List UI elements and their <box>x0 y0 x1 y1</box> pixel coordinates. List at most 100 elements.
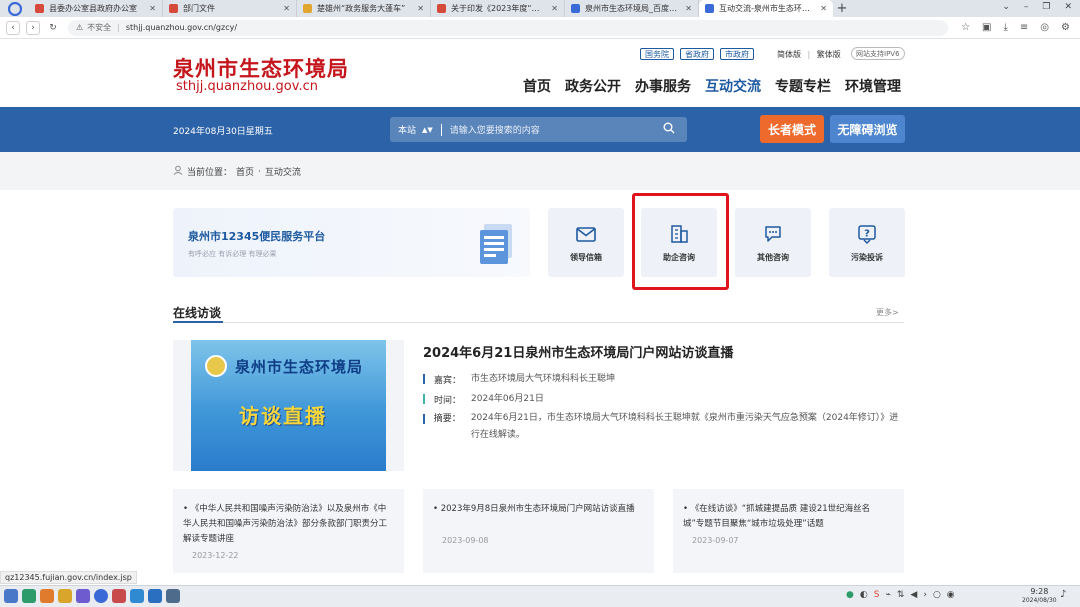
extensions-icon[interactable]: ⚙ <box>1061 22 1070 33</box>
close-window-icon[interactable]: ✕ <box>1064 2 1072 12</box>
interview-poster[interactable]: 泉州市生态环境局 访谈直播 <box>173 340 404 471</box>
browser-tab[interactable]: 关于印发《2023年度“文化 ✕ <box>431 0 565 17</box>
search-box: 本站 ▲▼ 请输入您要搜索的内容 <box>390 117 687 142</box>
chat-icon <box>762 223 784 245</box>
location-icon <box>173 165 183 178</box>
card-title-text: 2023年9月8日泉州市生态环境局门户网站访谈直播 <box>440 504 635 514</box>
usb-icon[interactable]: ⌁ <box>885 590 890 600</box>
start-menu-icon[interactable] <box>4 589 18 603</box>
search-icon[interactable] <box>663 122 675 137</box>
search-tray-icon[interactable]: ○ <box>933 590 941 600</box>
browser-app-icon[interactable] <box>94 589 108 603</box>
browser-tab-bar: 县委办公室县政府办公室 ✕ 部门文件 ✕ 楚雄州“政务服务大蓬车” ✕ 关于印发《20… <box>0 0 1080 17</box>
nav-env-management[interactable]: 环境管理 <box>845 76 901 96</box>
site-header: 泉州市生态环境局 sthjj.quanzhou.gov.cn 国务院 省政府 市… <box>0 40 1080 107</box>
interview-card[interactable]: • 《在线访谈》“抓城建提品质 建设21世纪海丝名城”专题节目聚焦“城市垃圾处理… <box>673 489 904 573</box>
minimize-icon[interactable]: – <box>1024 2 1029 12</box>
nav-services[interactable]: 办事服务 <box>635 76 691 96</box>
tab-close-icon[interactable]: ✕ <box>417 4 424 13</box>
tab-close-icon[interactable]: ✕ <box>820 4 827 13</box>
service-pollution-complaint[interactable]: ? 污染投诉 <box>829 208 905 277</box>
traditional-link[interactable]: 繁体版 <box>817 50 841 59</box>
download-icon[interactable]: ⤓ <box>1003 22 1007 33</box>
store-icon[interactable] <box>40 589 54 603</box>
restore-icon[interactable]: ❐ <box>1042 2 1050 12</box>
menu-icon[interactable]: ≡ <box>1020 22 1028 33</box>
nav-interaction[interactable]: 互动交流 <box>705 76 761 96</box>
service-leader-mailbox[interactable]: 领导信箱 <box>548 208 624 277</box>
featured-title[interactable]: 2024年6月21日泉州市生态环境局门户网站访谈直播 <box>423 342 733 361</box>
writer-app-icon[interactable] <box>148 589 162 603</box>
new-tab-icon[interactable]: + <box>833 0 851 17</box>
expand-tray-icon[interactable]: › <box>923 590 927 600</box>
featured-guest-row: 嘉宾： 市生态环境局大气环境科科长王聪坤 <box>423 373 615 386</box>
tab-title: 县委办公室县政府办公室 <box>49 4 137 13</box>
app-tray-icon[interactable]: ◐ <box>860 590 868 600</box>
browser-logo-icon[interactable] <box>7 1 23 17</box>
notification-icon[interactable]: ♪ <box>1060 589 1066 600</box>
tab-close-icon[interactable]: ✕ <box>283 4 290 13</box>
more-link[interactable]: 更多> <box>876 307 899 318</box>
tab-close-icon[interactable]: ✕ <box>551 4 558 13</box>
star-icon[interactable]: ☆ <box>961 22 970 33</box>
simplified-link[interactable]: 简体版 <box>777 50 801 59</box>
text-app-icon[interactable] <box>130 589 144 603</box>
service-other-consult[interactable]: 其他咨询 <box>735 208 811 277</box>
volume-icon[interactable]: ◀ <box>910 590 917 600</box>
browser-tab[interactable]: 楚雄州“政务服务大蓬车” ✕ <box>297 0 431 17</box>
back-icon[interactable]: ‹ <box>6 20 20 35</box>
question-icon: ? <box>856 223 878 245</box>
card-date: 2023-09-08 <box>442 536 489 545</box>
row-marker <box>423 414 425 424</box>
network-icon[interactable]: ⇅ <box>897 590 905 600</box>
top-link-city[interactable]: 市政府 <box>720 48 754 60</box>
settings-app-icon[interactable] <box>76 589 90 603</box>
url-field[interactable]: ⚠ 不安全 | sthjj.quanzhou.gov.cn/gzcy/ <box>68 19 948 36</box>
breadcrumb-current[interactable]: 互动交流 <box>265 165 301 178</box>
service-label: 污染投诉 <box>851 252 883 262</box>
elder-mode-button[interactable]: 长者模式 <box>760 115 824 143</box>
nav-topics[interactable]: 专题专栏 <box>775 76 831 96</box>
address-bar: ‹ › ↻ ⚠ 不安全 | sthjj.quanzhou.gov.cn/gzcy… <box>0 17 1080 39</box>
breadcrumb-home[interactable]: 首页 <box>236 165 254 178</box>
file-manager-icon[interactable] <box>22 589 36 603</box>
assistant-icon[interactable]: ◉ <box>947 590 955 600</box>
taskbar-clock[interactable]: 9:28 2024/08/30 <box>1022 587 1057 605</box>
account-icon[interactable]: ◎ <box>1040 22 1049 33</box>
forward-icon[interactable]: › <box>26 20 40 35</box>
collections-icon[interactable]: ▣ <box>982 22 991 33</box>
reload-icon[interactable]: ↻ <box>46 21 60 35</box>
interview-card[interactable]: • 《中华人民共和国噪声污染防治法》以及泉州市《中华人民共和国噪声污染防治法》部… <box>173 489 404 573</box>
nav-gov-affairs[interactable]: 政务公开 <box>565 76 621 96</box>
tab-title: 楚雄州“政务服务大蓬车” <box>317 4 406 13</box>
browser-tab[interactable]: 县委办公室县政府办公室 ✕ <box>29 0 163 17</box>
poster-subtitle: 访谈直播 <box>239 404 327 428</box>
scope-arrow-icon[interactable]: ▲▼ <box>422 126 433 134</box>
top-link-province[interactable]: 省政府 <box>680 48 714 60</box>
tab-list-icon[interactable]: ⌄ <box>1002 2 1010 12</box>
tab-favicon-icon <box>169 4 178 13</box>
card-title: • 《在线访谈》“抓城建提品质 建设21世纪海丝名城”专题节目聚焦“城市垃圾处理… <box>683 504 871 529</box>
language-switch: 简体版 | 繁体版 <box>777 49 841 60</box>
wechat-icon[interactable]: ● <box>846 590 854 600</box>
search-input[interactable]: 请输入您要搜索的内容 <box>450 123 663 136</box>
poster-image: 泉州市生态环境局 访谈直播 <box>191 340 386 471</box>
browser-tab[interactable]: 部门文件 ✕ <box>163 0 297 17</box>
tab-close-icon[interactable]: ✕ <box>685 4 692 13</box>
platform-12345-banner[interactable]: 泉州市12345便民服务平台 有呼必应 有诉必理 有理必果 <box>173 208 530 277</box>
folder-icon[interactable] <box>58 589 72 603</box>
browser-tab[interactable]: 泉州市生态环境局_百度搜索 ✕ <box>565 0 699 17</box>
media-app-icon[interactable] <box>112 589 126 603</box>
interview-card[interactable]: • 2023年9月8日泉州市生态环境局门户网站访谈直播 2023-09-08 <box>423 489 654 573</box>
remote-app-icon[interactable] <box>166 589 180 603</box>
search-scope-select[interactable]: 本站 <box>398 123 416 136</box>
antivirus-icon[interactable]: S <box>874 590 880 600</box>
card-date: 2023-12-22 <box>192 551 239 560</box>
guest-value: 市生态环境局大气环境科科长王聪坤 <box>471 374 616 384</box>
top-link-state-council[interactable]: 国务院 <box>640 48 674 60</box>
accessible-browse-button[interactable]: 无障碍浏览 <box>830 115 905 143</box>
tab-close-icon[interactable]: ✕ <box>149 4 156 13</box>
browser-tab-active[interactable]: 互动交流-泉州市生态环境局 ✕ <box>699 0 833 17</box>
nav-home[interactable]: 首页 <box>523 76 551 96</box>
guest-label: 嘉宾： <box>434 376 462 386</box>
